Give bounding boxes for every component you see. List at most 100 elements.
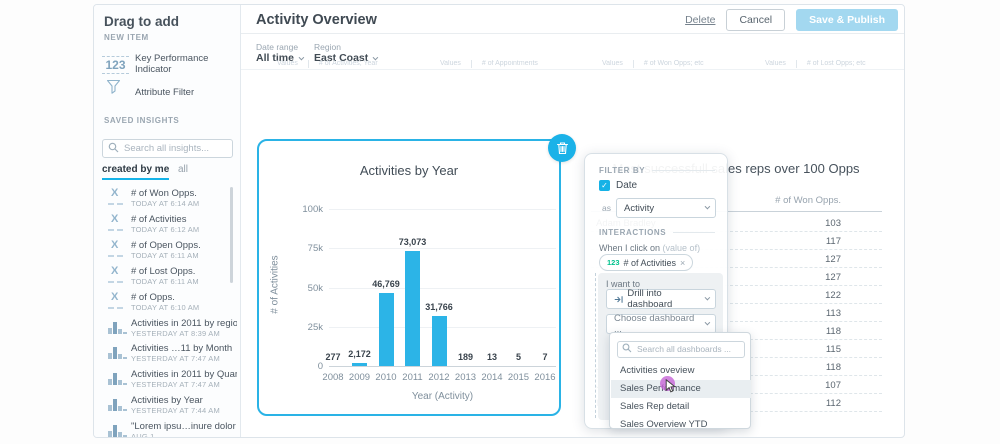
funnel-icon (105, 78, 122, 100)
cancel-button[interactable]: Cancel (726, 8, 786, 31)
delete-widget-button[interactable] (548, 134, 576, 162)
kpi-insight-icon: X (108, 213, 128, 232)
insight-title: Activities by Year (131, 395, 203, 407)
insight-timestamp: YESTERDAY AT 7:47 AM (131, 380, 220, 390)
clipped-widget-fragment: Values # of Won Opps; etc (602, 60, 704, 68)
chart-bar[interactable] (378, 293, 394, 366)
search-dashboards-input[interactable] (617, 340, 745, 358)
insight-timestamp: YESTERDAY AT 8:39 AM (131, 328, 220, 338)
insight-list-item[interactable]: Activities by Year YESTERDAY AT 7:44 AM (94, 395, 241, 420)
dashboard-option[interactable]: Sales Performance (611, 380, 751, 398)
chart-gridline (329, 209, 556, 210)
action-select[interactable]: Drill into dashboard (606, 288, 716, 310)
attribute-filter-label: Attribute Filter (135, 86, 195, 98)
sidebar-scrollbar[interactable] (230, 187, 233, 283)
insight-list-item[interactable]: X # of Activities TODAY AT 6:12 AM (94, 213, 241, 239)
remove-tag-icon[interactable]: × (680, 258, 685, 268)
kpi-item-label: Key Performance Indicator (135, 53, 209, 75)
insight-list-item[interactable]: Activities in 2011 by QuarterYESTERDAY A… (94, 369, 241, 394)
saved-insights-section-label: SAVED INSIGHTS (104, 116, 180, 125)
y-axis-tick-label: 0 (317, 361, 323, 372)
insight-title: # of Won Opps. (131, 188, 197, 199)
bar-value-label: 46,769 (372, 279, 400, 289)
bar-chart-insight-icon (108, 397, 128, 412)
sidebar-item-kpi[interactable]: 123 Key Performance Indicator (94, 51, 241, 77)
interactions-section-label: INTERACTIONS (599, 228, 715, 237)
bar-chart-insight-icon (108, 320, 128, 334)
delete-link[interactable]: Delete (685, 14, 715, 26)
x-axis-tick-label: 2015 (507, 372, 530, 383)
table-cell-value: 113 (825, 308, 841, 319)
as-label: as (602, 203, 611, 213)
insight-title: Activities …11 by Month (131, 343, 233, 355)
dashboard-option[interactable]: Sales Overview YTD (611, 416, 751, 434)
trash-icon (556, 142, 568, 155)
insight-list-item[interactable]: Activities in 2011 by region YESTERDAY AT… (94, 318, 241, 343)
y-axis-title: # of Activities (269, 255, 281, 314)
kpi-insight-icon: X (108, 187, 128, 206)
chart-bar[interactable] (352, 363, 367, 366)
attribute-select[interactable]: Activity (616, 198, 716, 218)
when-i-click-on-text: When I click on (value of) (599, 243, 701, 253)
table-cell-value: 122 (825, 290, 841, 301)
insight-title: # of Lost Opps. (131, 265, 196, 277)
insight-list-item[interactable]: "Lorem ipsu…inure dolor AUG 1 (94, 421, 241, 438)
search-insights-input[interactable] (102, 139, 233, 158)
bar-value-label: 73,073 (398, 237, 427, 247)
chevron-down-icon (704, 294, 711, 301)
bar-chart-insight-icon (108, 345, 128, 360)
kpi-insight-icon: X (108, 291, 128, 310)
insight-title: "Lorem ipsu…inure dolor (131, 421, 236, 433)
x-axis-tick-label: 2014 (481, 372, 503, 383)
insight-list-item[interactable]: X # of Won Opps. TODAY AT 6:14 AM (94, 187, 241, 213)
tab-all[interactable]: all (178, 164, 188, 175)
choose-dashboard-select[interactable]: Choose dashboard ... (606, 313, 716, 335)
sidebar-item-attribute-filter[interactable]: Attribute Filter (94, 79, 241, 105)
table-column-header: # of Won Opps. (775, 195, 841, 206)
dashboard-option[interactable]: Activities oveview (611, 362, 751, 380)
top-bar: Activity Overview Delete Cancel Save & P… (241, 5, 904, 34)
insight-list-item[interactable]: X # of Opps. TODAY AT 6:10 AM (94, 291, 241, 317)
top-actions: Delete Cancel Save & Publish (685, 5, 898, 34)
date-filter-checkbox[interactable]: ✓ Date (599, 180, 637, 191)
insight-timestamp: TODAY AT 6:10 AM (131, 302, 200, 312)
insight-title: Activities in 2011 by region (131, 317, 237, 329)
insight-title: # of Open Opps. (131, 239, 201, 251)
tab-created-by-me[interactable]: created by me (102, 164, 170, 180)
chart-gridline (329, 366, 556, 367)
kpi-123-icon: 123 (102, 56, 129, 74)
date-range-label: Date range (256, 42, 299, 52)
y-axis-tick-label: 75k (307, 243, 323, 255)
insight-list-item[interactable]: X # of Lost Opps. TODAY AT 6:11 AM (94, 265, 241, 291)
insight-list-item[interactable]: Activities …11 by Month YESTERDAY AT 7:47… (94, 343, 241, 368)
table-cell-value: 127 (825, 254, 841, 265)
dashboard-dropdown-menu: Activities oveviewSales PerformanceSales… (609, 332, 751, 430)
save-publish-button[interactable]: Save & Publish (796, 8, 898, 31)
measure-tag[interactable]: 123 # of Activities × (599, 254, 694, 271)
bar-value-label: 2,172 (348, 349, 371, 359)
clipped-widget-fragment: Values # of Appointments (440, 60, 538, 68)
bar-value-label: 7 (542, 352, 548, 362)
chart-widget-activities-by-year[interactable]: Activities by Year # of Activities Year … (257, 139, 561, 416)
filter-by-section-label: FILTER BY (599, 166, 715, 175)
kpi-insight-icon: X (108, 239, 128, 258)
checkbox-checked-icon[interactable]: ✓ (599, 180, 610, 191)
x-axis-tick-label: 2016 (534, 372, 556, 383)
sidebar: Drag to add NEW ITEM 123 Key Performance… (94, 5, 241, 438)
x-axis-tick-label: 2012 (428, 372, 450, 383)
dashboard-search (617, 339, 745, 358)
insight-timestamp: TODAY AT 6:11 AM (131, 276, 199, 286)
insight-timestamp: TODAY AT 6:11 AM (131, 250, 199, 260)
new-item-section-label: NEW ITEM (104, 33, 149, 42)
kpi-insight-icon: X (108, 265, 128, 284)
x-axis-tick-label: 2009 (348, 372, 371, 383)
dashboard-option[interactable]: Sales Rep detail (611, 398, 751, 416)
y-axis-tick-label: 50k (307, 282, 323, 294)
insights-list: X # of Won Opps. TODAY AT 6:14 AM X # of Act… (94, 183, 241, 438)
table-cell-value: 117 (825, 236, 841, 247)
insight-list-item[interactable]: X # of Open Opps. TODAY AT 6:11 AM (94, 239, 241, 265)
insights-search (102, 138, 233, 158)
insight-timestamp: AUG 1 (131, 432, 155, 438)
insight-timestamp: YESTERDAY AT 7:44 AM (131, 406, 220, 416)
insight-title: # of Activities (131, 213, 187, 225)
